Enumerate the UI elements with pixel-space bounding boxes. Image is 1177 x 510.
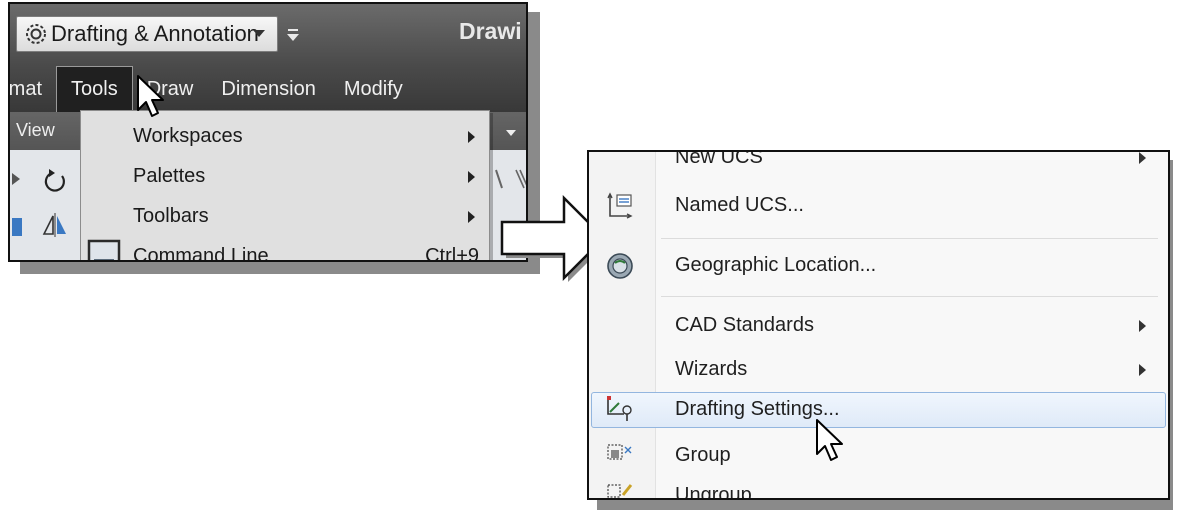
mouse-cursor-icon xyxy=(816,419,843,461)
menu-item-drafting-settings[interactable]: Drafting Settings... xyxy=(589,392,1168,432)
submenu-arrow-icon xyxy=(468,171,475,183)
menu-item-label: Workspaces xyxy=(133,125,243,147)
menu-item-label: Wizards xyxy=(675,358,748,380)
submenu-arrow-icon xyxy=(468,211,475,223)
submenu-arrow-icon xyxy=(1139,152,1146,164)
menu-modify[interactable]: Modify xyxy=(330,66,417,112)
menu-item-label: Ungroup xyxy=(675,484,752,500)
named-ucs-icon xyxy=(607,192,633,219)
submenu-arrow-icon xyxy=(1139,320,1146,332)
group-icon xyxy=(607,444,632,460)
menu-item-toolbars[interactable]: Toolbars xyxy=(81,197,489,237)
window-title: Drawi xyxy=(459,18,522,44)
command-line-icon xyxy=(87,239,121,260)
menu-separator xyxy=(661,238,1158,239)
rotate-tool-icon[interactable] xyxy=(40,166,70,196)
hatch-tool-icon[interactable] xyxy=(510,164,528,194)
menu-tools[interactable]: Tools xyxy=(56,66,133,112)
submenu-arrow-icon xyxy=(1139,364,1146,376)
menu-item-geographic-location[interactable]: Geographic Location... xyxy=(589,246,1168,286)
menu-item-ungroup[interactable]: Ungroup xyxy=(589,476,1168,500)
menu-item-label: Named UCS... xyxy=(675,194,804,216)
menu-item-label: Geographic Location... xyxy=(675,254,877,276)
menu-separator xyxy=(661,296,1158,297)
gear-icon xyxy=(26,24,46,44)
quick-access-dropdown-icon[interactable] xyxy=(286,29,300,43)
menu-item-palettes[interactable]: Palettes xyxy=(81,157,489,197)
copy-tool-icon[interactable] xyxy=(8,212,30,242)
menu-item-new-ucs[interactable]: New UCS xyxy=(589,150,1168,178)
menu-bar: rmat Tools Draw Dimension Modify xyxy=(10,66,526,112)
move-tool-icon[interactable] xyxy=(8,164,28,194)
ungroup-icon xyxy=(607,484,633,498)
menu-item-group[interactable]: Group xyxy=(589,436,1168,476)
right-snapshot-menu: New UCS Named UCS... Geographic Location… xyxy=(587,150,1170,500)
menu-format[interactable]: rmat xyxy=(10,66,56,112)
menu-item-named-ucs[interactable]: Named UCS... xyxy=(589,186,1168,226)
left-snapshot: Drafting & Annotation Drawi rmat Tools D… xyxy=(8,2,528,262)
submenu-arrow-icon xyxy=(468,131,475,143)
menu-item-cad-standards[interactable]: CAD Standards xyxy=(589,306,1168,346)
menu-item-command-line[interactable]: Command Line Ctrl+9 xyxy=(81,237,489,262)
mouse-cursor-icon xyxy=(137,75,164,117)
tab-view[interactable]: View xyxy=(16,120,55,141)
tools-menu: Workspaces Palettes Toolbars Command Lin… xyxy=(80,110,490,262)
mirror-tool-icon[interactable] xyxy=(40,210,70,240)
menu-item-label: Toolbars xyxy=(133,205,209,227)
workspace-combo[interactable]: Drafting & Annotation xyxy=(16,16,278,52)
title-bar: Drafting & Annotation Drawi xyxy=(10,4,526,66)
menu-item-label: Group xyxy=(675,444,731,466)
workspace-combo-value: Drafting & Annotation xyxy=(51,21,259,46)
menu-item-label: Command Line xyxy=(133,245,269,262)
menu-item-label: CAD Standards xyxy=(675,314,814,336)
globe-icon xyxy=(607,253,633,279)
menu-item-wizards[interactable]: Wizards xyxy=(589,350,1168,390)
drafting-settings-icon xyxy=(607,396,632,421)
ribbon-dropdown-icon[interactable] xyxy=(500,122,520,142)
chevron-down-icon[interactable] xyxy=(253,30,265,37)
menu-item-label: New UCS xyxy=(675,150,763,168)
menu-dimension[interactable]: Dimension xyxy=(207,66,329,112)
shortcut-text: Ctrl+9 xyxy=(425,245,479,262)
menu-item-label: Palettes xyxy=(133,165,206,187)
